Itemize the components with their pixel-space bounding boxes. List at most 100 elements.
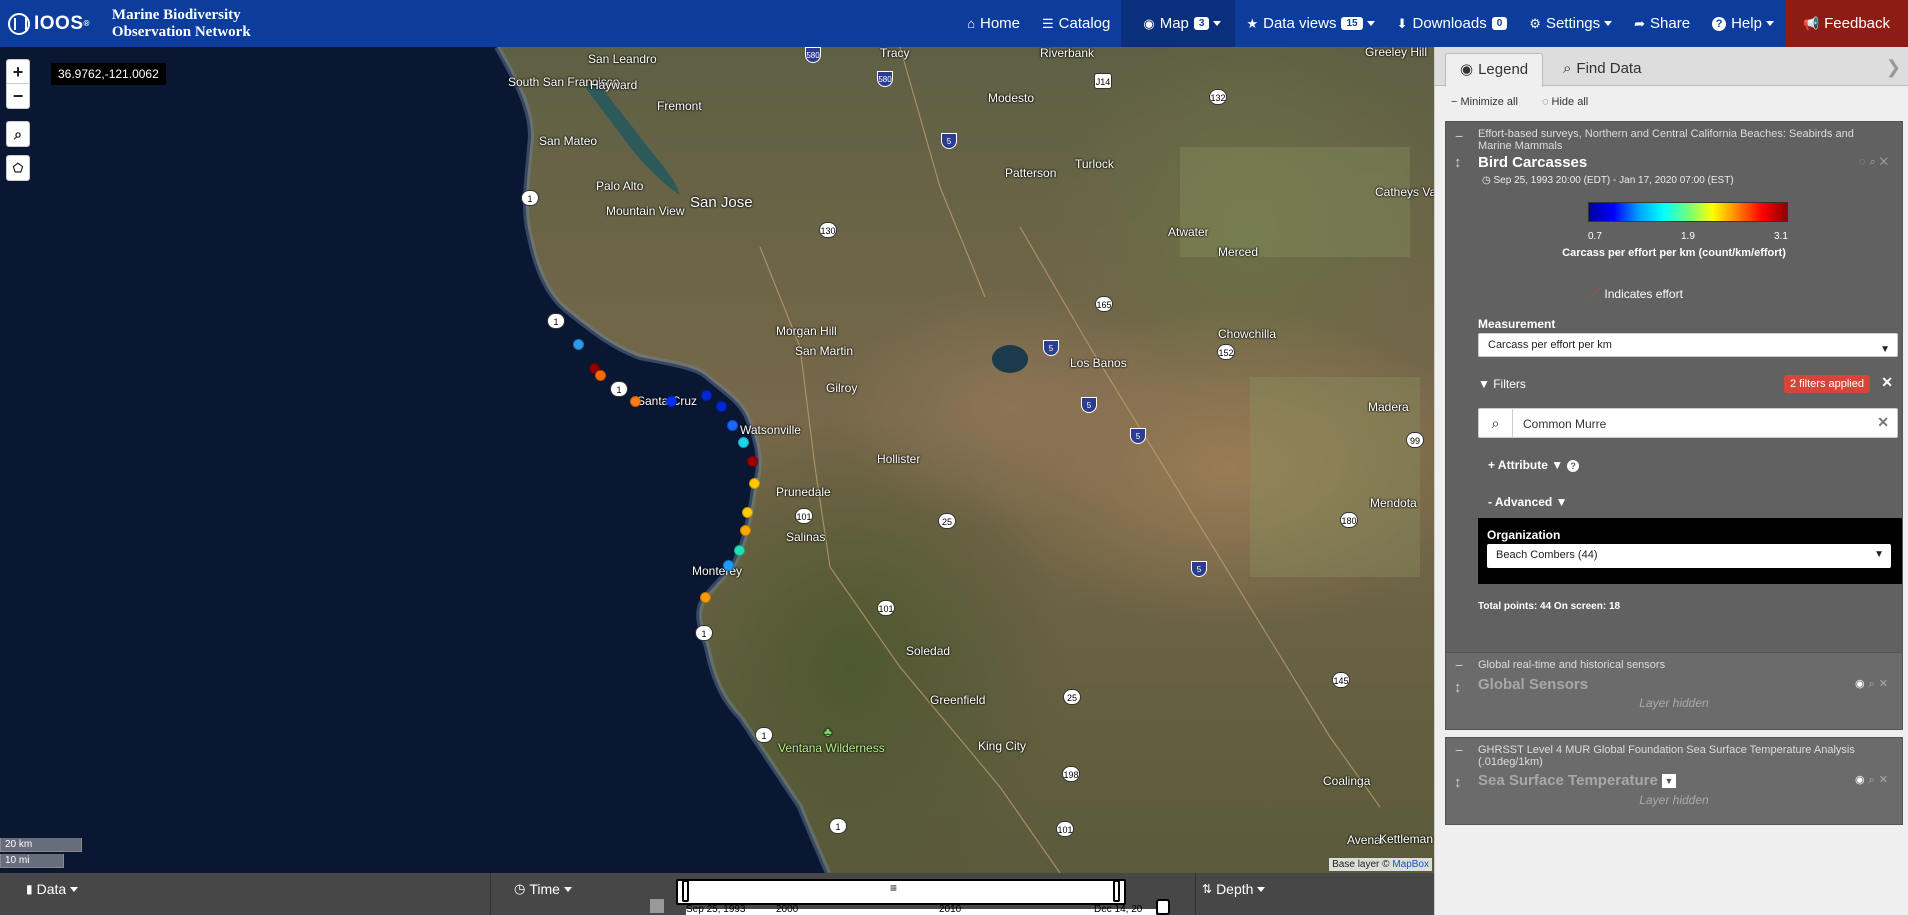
route-shield-J14: J14 (1094, 73, 1112, 89)
nav-share-label: Share (1650, 15, 1691, 32)
observation-point[interactable] (723, 560, 734, 571)
timeline-drag-icon[interactable]: ≡ (890, 881, 897, 895)
tab-find-data[interactable]: ⌕ Find Data (1549, 53, 1655, 87)
route-shield-5: 5 (1081, 397, 1097, 413)
mapbox-link[interactable]: MapBox (1392, 859, 1429, 870)
nav-help[interactable]: ? Help (1701, 0, 1785, 47)
nav-home[interactable]: ⌂ Home (956, 0, 1031, 47)
organization-select[interactable]: Beach Combers (44) ▼ (1487, 544, 1891, 568)
tab-legend[interactable]: ◉ Legend (1445, 53, 1544, 87)
observation-point[interactable] (747, 456, 758, 467)
nav-feedback[interactable]: 📢 Feedback (1784, 0, 1908, 47)
observation-point[interactable] (630, 396, 641, 407)
depth-menu-button[interactable]: ⇅ Depth (1202, 881, 1266, 897)
route-shield-180: 180 (1340, 512, 1358, 528)
nav-data-views[interactable]: ★ Data views 15 (1235, 0, 1385, 47)
advanced-filter-toggle[interactable]: - Advanced ▼ (1488, 495, 1567, 509)
eye-slash-icon[interactable]: ◌ (1859, 156, 1870, 168)
observation-point[interactable] (738, 437, 749, 448)
ioos-logo[interactable]: IOOS ® (8, 12, 90, 35)
drag-handle-icon[interactable]: ↕ (1454, 679, 1462, 696)
brand[interactable]: IOOS ® Marine Biodiversity Observation Ne… (0, 0, 251, 47)
observation-point[interactable] (595, 370, 606, 381)
zoom-to-layer-icon[interactable]: ⌕ (1869, 774, 1879, 786)
eye-icon[interactable]: ◉ (1855, 774, 1869, 786)
timeline-tick-2010: 2010 (939, 904, 962, 915)
caret-down-icon[interactable]: ▼ (1661, 774, 1676, 789)
route-shield-25: 25 (1063, 689, 1081, 705)
observation-point[interactable] (727, 420, 738, 431)
place-modesto: Modesto (988, 91, 1035, 105)
layer-card-sea-surface-temperature: − GHRSST Level 4 MUR Global Foundation S… (1445, 737, 1903, 825)
timeline-start-handle[interactable] (682, 880, 689, 902)
ventana-wilderness-marker[interactable]: ♣ Ventana Wilderness (778, 725, 885, 755)
nav-downloads[interactable]: ⬇ Downloads 0 (1386, 0, 1519, 47)
globe-icon: ◉ (1143, 15, 1155, 31)
nav-catalog[interactable]: ☰ Catalog (1031, 0, 1121, 47)
drag-handle-icon[interactable]: ↕ (1454, 154, 1462, 171)
observation-point[interactable] (749, 478, 760, 489)
layer-category: Global real-time and historical sensors (1478, 659, 1666, 671)
filters-label: Filters (1493, 377, 1526, 391)
observation-point[interactable] (666, 396, 677, 407)
nav-settings[interactable]: ⚙ Settings (1518, 0, 1623, 47)
collapse-panel-icon[interactable]: ❯ (1886, 57, 1901, 78)
zoom-to-layer-icon[interactable]: ⌕ (1869, 156, 1879, 168)
place-riverbank: Riverbank (1040, 47, 1095, 60)
observation-point[interactable] (742, 507, 753, 518)
help-icon: ? (1712, 16, 1727, 31)
nav-map[interactable]: ◉ Map 3 (1121, 0, 1236, 47)
route-shield-1: 1 (521, 190, 539, 206)
calendar-icon[interactable] (650, 899, 664, 913)
nav-home-label: Home (979, 15, 1020, 32)
zoom-in-button[interactable]: + (7, 60, 29, 84)
place-prunedale: Prunedale (776, 485, 831, 499)
place-madera: Madera (1368, 400, 1409, 414)
hide-all-button[interactable]: ◌ Hide all (1542, 96, 1588, 108)
network-title[interactable]: Marine Biodiversity Observation Network (112, 7, 251, 41)
zoom-to-layer-icon[interactable]: ⌕ (1869, 678, 1879, 690)
question-icon[interactable]: ? (1567, 460, 1580, 472)
observation-point[interactable] (716, 401, 727, 412)
observation-point[interactable] (701, 390, 712, 401)
measurement-select[interactable]: Carcass per effort per km ▼ (1478, 333, 1898, 357)
minus-icon: - (1488, 495, 1495, 509)
zoom-out-button[interactable]: − (7, 84, 29, 108)
observation-point[interactable] (734, 545, 745, 556)
clear-search-icon[interactable]: ✕ (1877, 414, 1889, 431)
close-icon[interactable]: ✕ (1880, 156, 1892, 168)
clear-filters-icon[interactable]: ✕ (1881, 374, 1893, 391)
organization-value: Beach Combers (44) (1496, 549, 1598, 561)
time-menu-button[interactable]: ◷ Time (514, 881, 572, 897)
timeline-end-handle[interactable] (1113, 880, 1120, 902)
data-menu-label: Data (36, 881, 67, 897)
minimize-layer-button[interactable]: − (1455, 742, 1463, 758)
minimize-layer-button[interactable]: − (1455, 128, 1463, 144)
observation-point[interactable] (740, 525, 751, 536)
minimize-layer-button[interactable]: − (1455, 657, 1463, 673)
nav-share[interactable]: ➦ Share (1623, 0, 1701, 47)
search-input[interactable]: Common Murre (1523, 417, 1606, 431)
eye-icon[interactable]: ◉ (1855, 678, 1869, 690)
attribute-filter-toggle[interactable]: + Attribute ▼? (1488, 458, 1580, 472)
place-los-banos: Los Banos (1070, 356, 1127, 370)
drag-handle-icon[interactable]: ↕ (1454, 774, 1462, 791)
observation-point[interactable] (573, 339, 584, 350)
timeline-cursor-handle[interactable] (1156, 899, 1170, 915)
filters-applied-badge: 2 filters applied (1784, 375, 1870, 393)
layer-hidden-text: Layer hidden (1639, 696, 1709, 710)
close-icon[interactable]: ✕ (1879, 774, 1892, 786)
minimize-all-button[interactable]: − Minimize all (1451, 96, 1518, 108)
close-icon[interactable]: ✕ (1879, 678, 1892, 690)
map-basemap (0, 47, 1420, 873)
draw-polygon-button[interactable]: ⬠ (6, 155, 30, 181)
map-view[interactable]: + − ⌕ ⬠ 36.9762,-121.0062 San Leandro Tra… (0, 47, 1434, 873)
timeline-slider[interactable]: ≡ (676, 879, 1126, 905)
observation-point[interactable] (700, 592, 711, 603)
tab-find-data-label: Find Data (1576, 60, 1642, 77)
zoom-box-button[interactable]: ⌕ (6, 121, 30, 147)
data-menu-button[interactable]: ▮ Data (26, 881, 79, 897)
search-icon: ⌕ (1563, 60, 1572, 77)
data-views-count-badge: 15 (1341, 17, 1363, 30)
clock-icon: ◷ (1482, 175, 1494, 186)
